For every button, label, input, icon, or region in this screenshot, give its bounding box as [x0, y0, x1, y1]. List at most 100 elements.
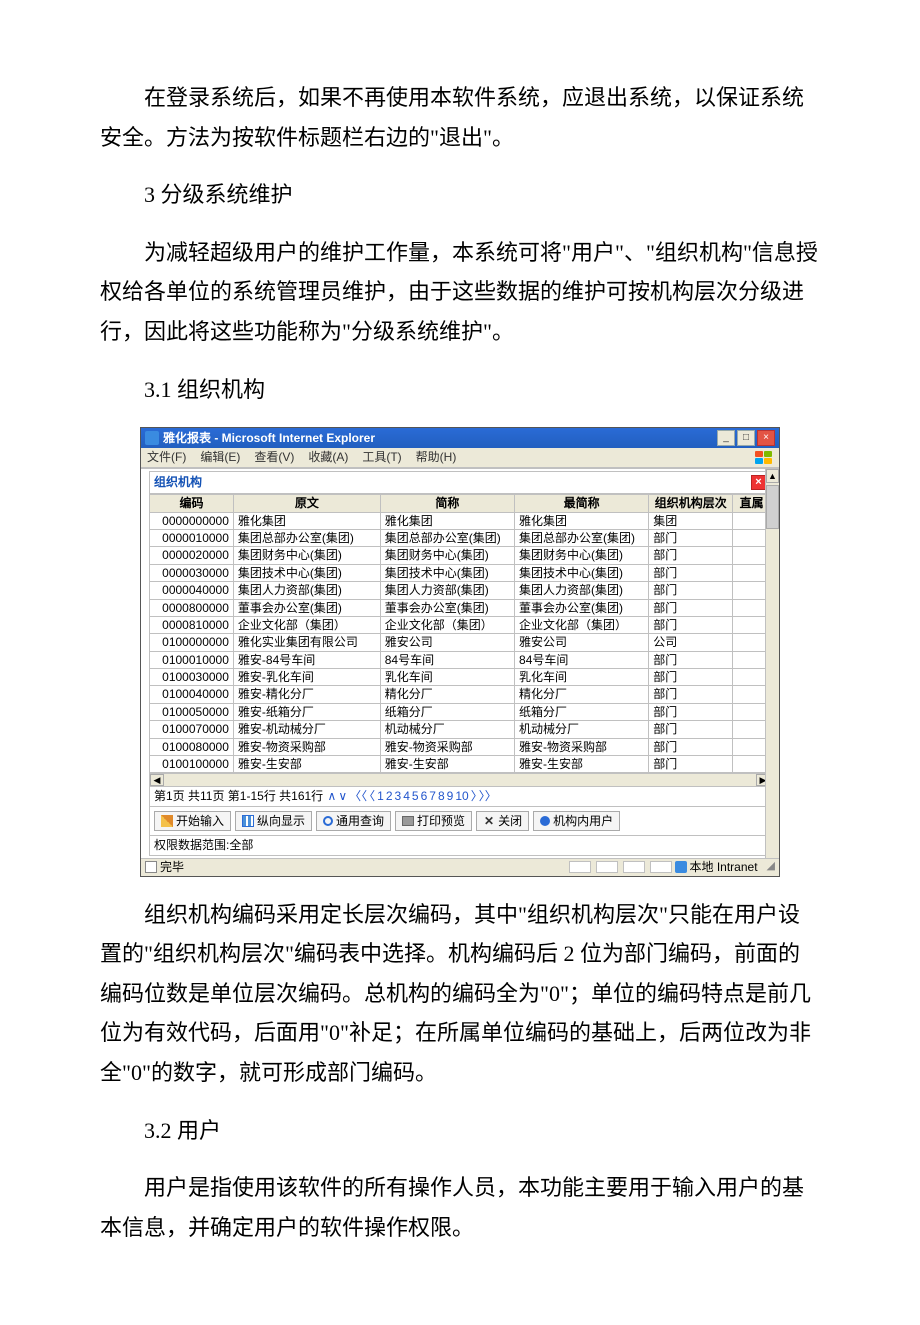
table-row[interactable]: 0100040000雅安-精化分厂精化分厂精化分厂部门	[150, 686, 771, 703]
table-row[interactable]: 0000020000集团财务中心(集团)集团财务中心(集团)集团财务中心(集团)…	[150, 547, 771, 564]
pager-link[interactable]: ∧	[328, 789, 337, 803]
ie-window: 雅化报表 - Microsoft Internet Explorer _ □ ×…	[140, 427, 780, 876]
scroll-thumb[interactable]	[766, 485, 779, 529]
table-cell: 0000020000	[150, 547, 234, 564]
print-icon	[402, 816, 414, 826]
scroll-left-icon[interactable]: ◀	[150, 774, 164, 786]
pager-link[interactable]: 〉	[471, 789, 477, 803]
table-cell: 84号车间	[380, 651, 514, 668]
table-row[interactable]: 0000000000雅化集团雅化集团雅化集团集团	[150, 512, 771, 529]
table-cell: 董事会办公室(集团)	[233, 599, 380, 616]
user-button[interactable]: 机构内用户	[533, 811, 620, 831]
pager-link[interactable]: 7	[429, 789, 436, 803]
pager-link[interactable]: 5	[412, 789, 419, 803]
table-cell: 雅安-机动械分厂	[233, 721, 380, 738]
table-cell: 雅安公司	[380, 634, 514, 651]
pager-link[interactable]: 2	[386, 789, 393, 803]
status-text: 完毕	[160, 860, 184, 874]
table-row[interactable]: 0100070000雅安-机动械分厂机动械分厂机动械分厂部门	[150, 721, 771, 738]
menubar: 文件(F) 编辑(E) 查看(V) 收藏(A) 工具(T) 帮助(H)	[141, 448, 779, 468]
menu-favorites[interactable]: 收藏(A)	[308, 450, 348, 464]
find-button[interactable]: 通用查询	[316, 811, 391, 831]
statusbar: 完毕 本地 Intranet ◢	[141, 858, 779, 876]
menu-view[interactable]: 查看(V)	[254, 450, 294, 464]
table-row[interactable]: 0100050000雅安-纸箱分厂纸箱分厂纸箱分厂部门	[150, 703, 771, 720]
pager-link[interactable]: 4	[403, 789, 410, 803]
table-row[interactable]: 0100000000雅化实业集团有限公司雅安公司雅安公司公司	[150, 634, 771, 651]
pager-link[interactable]: 8	[438, 789, 445, 803]
window-title: 雅化报表 - Microsoft Internet Explorer	[163, 431, 715, 445]
table-cell: 部门	[649, 703, 733, 720]
paragraph-coding: 组织机构编码采用定长层次编码，其中"组织机构层次"只能在用户设置的"组织机构层次…	[100, 895, 820, 1093]
maximize-button[interactable]: □	[737, 430, 755, 446]
table-cell: 企业文化部（集团）	[515, 616, 649, 633]
table-cell: 雅安-精化分厂	[233, 686, 380, 703]
table-cell: 部门	[649, 564, 733, 581]
status-pane	[596, 861, 618, 873]
table-cell: 雅安-物资采购部	[515, 738, 649, 755]
table-cell: 企业文化部（集团）	[233, 616, 380, 633]
pager-link[interactable]: 10	[455, 789, 468, 803]
x-icon: ✕	[483, 815, 495, 827]
table-cell: 集团财务中心(集团)	[233, 547, 380, 564]
col-original[interactable]: 原文	[233, 495, 380, 512]
panel-header: 组织机构 ×	[149, 471, 771, 494]
x-button[interactable]: ✕关闭	[476, 811, 529, 831]
titlebar[interactable]: 雅化报表 - Microsoft Internet Explorer _ □ ×	[141, 428, 779, 448]
pager-link[interactable]: 〉〉	[479, 789, 497, 803]
table-cell: 部门	[649, 651, 733, 668]
heading-section-3-1: 3.1 组织机构	[100, 370, 820, 410]
pager-link[interactable]: 〈	[369, 789, 375, 803]
cols-button[interactable]: 纵向显示	[235, 811, 312, 831]
table-row[interactable]: 0100010000雅安-84号车间84号车间84号车间部门	[150, 651, 771, 668]
resize-grip-icon[interactable]: ◢	[767, 860, 775, 873]
table-cell: 纸箱分厂	[515, 703, 649, 720]
table-row[interactable]: 0000800000董事会办公室(集团)董事会办公室(集团)董事会办公室(集团)…	[150, 599, 771, 616]
panel-close-icon[interactable]: ×	[751, 475, 766, 490]
scope-label: 权限数据范围:全部	[149, 836, 771, 855]
col-shortest[interactable]: 最简称	[515, 495, 649, 512]
table-cell: 集团技术中心(集团)	[515, 564, 649, 581]
table-cell: 雅化实业集团有限公司	[233, 634, 380, 651]
menu-help[interactable]: 帮助(H)	[416, 450, 457, 464]
minimize-button[interactable]: _	[717, 430, 735, 446]
windows-logo-icon	[755, 451, 773, 465]
table-cell: 雅安-生安部	[233, 756, 380, 773]
table-cell: 部门	[649, 738, 733, 755]
horizontal-scrollbar[interactable]: ◀ ▶	[149, 773, 771, 787]
pager-link[interactable]: 〈〈	[349, 789, 367, 803]
table-row[interactable]: 0100030000雅安-乳化车间乳化车间乳化车间部门	[150, 669, 771, 686]
pen-button[interactable]: 开始输入	[154, 811, 231, 831]
table-cell: 0100040000	[150, 686, 234, 703]
col-level[interactable]: 组织机构层次	[649, 495, 733, 512]
table-row[interactable]: 0000010000集团总部办公室(集团)集团总部办公室(集团)集团总部办公室(…	[150, 529, 771, 546]
toolbar-label: 机构内用户	[553, 814, 613, 828]
pager-link[interactable]: 1	[377, 789, 384, 803]
table-cell: 雅安-物资采购部	[380, 738, 514, 755]
table-row[interactable]: 0100100000雅安-生安部雅安-生安部雅安-生安部部门	[150, 756, 771, 773]
ie-icon	[145, 431, 159, 445]
table-row[interactable]: 0100080000雅安-物资采购部雅安-物资采购部雅安-物资采购部部门	[150, 738, 771, 755]
table-cell: 0100080000	[150, 738, 234, 755]
col-code[interactable]: 编码	[150, 495, 234, 512]
close-button[interactable]: ×	[757, 430, 775, 446]
scroll-up-icon[interactable]: ▲	[766, 469, 779, 483]
table-row[interactable]: 0000810000企业文化部（集团）企业文化部（集团）企业文化部（集团）部门	[150, 616, 771, 633]
pager-link[interactable]: ∨	[338, 789, 347, 803]
print-button[interactable]: 打印预览	[395, 811, 472, 831]
toolbar-label: 打印预览	[417, 814, 465, 828]
menu-tools[interactable]: 工具(T)	[362, 450, 401, 464]
pager-link[interactable]: 3	[395, 789, 402, 803]
pager-link[interactable]: 6	[421, 789, 428, 803]
table-cell: 雅安-物资采购部	[233, 738, 380, 755]
table-cell: 精化分厂	[515, 686, 649, 703]
table-row[interactable]: 0000040000集团人力资部(集团)集团人力资部(集团)集团人力资部(集团)…	[150, 582, 771, 599]
heading-section-3-2: 3.2 用户	[100, 1111, 820, 1151]
menu-edit[interactable]: 编辑(E)	[200, 450, 240, 464]
pager: 第1页 共11页 第1-15行 共161行 ∧∨〈〈〈12345678910〉〉…	[149, 787, 771, 806]
vertical-scrollbar[interactable]: ▲	[765, 469, 779, 857]
col-short[interactable]: 简称	[380, 495, 514, 512]
menu-file[interactable]: 文件(F)	[147, 450, 186, 464]
table-row[interactable]: 0000030000集团技术中心(集团)集团技术中心(集团)集团技术中心(集团)…	[150, 564, 771, 581]
pager-link[interactable]: 9	[447, 789, 454, 803]
